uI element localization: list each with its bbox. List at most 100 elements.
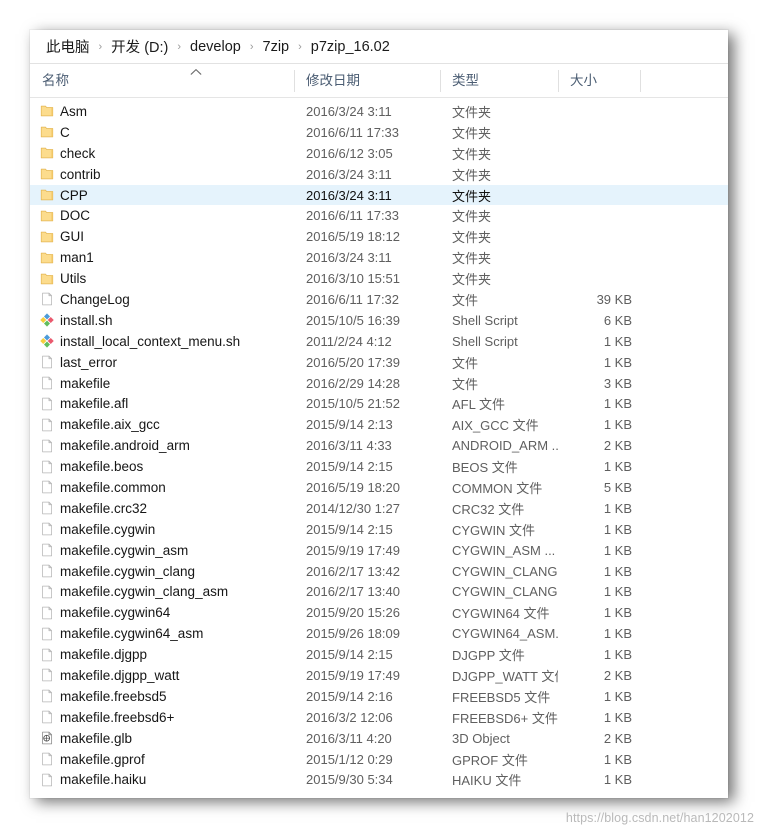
file-row[interactable]: C 2016/6/11 17:33 文件夹 [30, 122, 728, 143]
file-icon [42, 397, 52, 411]
file-row[interactable]: makefile.gprof 2015/1/12 0:29 GPROF 文件 1 KB [30, 749, 728, 770]
file-date-cell: 2015/9/20 15:26 [306, 605, 400, 621]
breadcrumb-item-1[interactable]: 此电脑 [44, 35, 92, 58]
file-row[interactable]: makefile.glb 2016/3/11 4:20 3D Object 2 KB [30, 728, 728, 749]
folder-icon [40, 273, 54, 284]
file-row[interactable]: DOC 2016/6/11 17:33 文件夹 [30, 205, 728, 226]
column-header-row: 名称 修改日期 类型 大小 [30, 64, 728, 98]
file-name-cell: makefile.cygwin64 [60, 605, 171, 621]
file-type-cell: DJGPP 文件 [452, 648, 525, 664]
file-row[interactable]: makefile.cygwin64_asm 2015/9/26 18:09 CYGW… [30, 623, 728, 644]
file-row[interactable]: Utils 2016/3/10 15:51 文件夹 [30, 268, 728, 289]
file-name-cell: makefile.cygwin64_asm [60, 626, 204, 642]
file-icon-cell [30, 375, 58, 391]
file-type-cell: 文件 [452, 376, 479, 392]
file-row[interactable]: makefile.android_arm 2016/3/11 4:33 ANDROI… [30, 435, 728, 456]
column-header-type[interactable]: 类型 [440, 64, 558, 98]
file-icon [42, 669, 52, 682]
file-row[interactable]: Asm 2016/3/24 3:11 文件夹 [30, 101, 728, 122]
file-icon-cell [30, 479, 58, 495]
file-date-cell: 2015/9/14 2:15 [306, 521, 393, 537]
file-row[interactable]: install_local_context_menu.sh 2011/2/24 4… [30, 331, 728, 352]
file-date-cell: 2015/9/19 17:49 [306, 542, 400, 558]
file-size-cell: 39 KB [596, 291, 632, 307]
file-type-cell: 文件夹 [452, 230, 492, 246]
column-header-date-modified[interactable]: 修改日期 [294, 64, 440, 98]
file-icon-cell [30, 438, 58, 454]
file-icon-cell [30, 500, 58, 516]
file-row[interactable]: contrib 2016/3/24 3:11 文件夹 [30, 164, 728, 185]
file-date-cell: 2016/2/29 14:28 [306, 375, 400, 391]
file-size-cell: 1 KB [603, 647, 632, 663]
file-row-selected[interactable]: CPP 2016/3/24 3:11 文件夹 [30, 184, 728, 206]
file-name-cell: man1 [60, 250, 94, 266]
file-date-cell: 2014/12/30 1:27 [306, 500, 400, 516]
file-icon [42, 627, 52, 640]
file-row[interactable]: makefile.crc32 2014/12/30 1:27 CRC32 文件 1 K… [30, 498, 728, 519]
file-size-cell: 1 KB [603, 459, 632, 475]
file-row[interactable]: makefile.aix_gcc 2015/9/14 2:13 AIX_GCC 文件… [30, 414, 728, 435]
file-icon [42, 606, 52, 620]
file-row[interactable]: GUI 2016/5/19 18:12 文件夹 [30, 226, 728, 247]
file-name-cell: makefile.glb [60, 730, 133, 746]
file-icon [42, 439, 52, 452]
file-icon-cell [30, 709, 58, 725]
file-date-cell: 2016/6/11 17:32 [306, 291, 400, 307]
column-header-name[interactable]: 名称 [30, 64, 294, 98]
file-row[interactable]: makefile.freebsd6+ 2016/3/2 12:06 FREEBSD6… [30, 707, 728, 728]
file-name-cell: makefile [60, 375, 111, 391]
file-type-cell: 文件夹 [452, 188, 492, 204]
file-name-cell: makefile.cygwin_asm [60, 542, 189, 558]
file-row[interactable]: makefile 2016/2/29 14:28 文件 3 KB [30, 373, 728, 394]
file-type-cell: 文件夹 [452, 125, 492, 141]
file-row[interactable]: last_error 2016/5/20 17:39 文件 1 KB [30, 352, 728, 373]
file-row[interactable]: makefile.beos 2015/9/14 2:15 BEOS 文件 1 KB [30, 456, 728, 477]
file-row[interactable]: makefile.djgpp_watt 2015/9/19 17:49 DJGPP_… [30, 665, 728, 686]
file-type-cell: 文件夹 [452, 104, 492, 120]
file-row[interactable]: check 2016/6/12 3:05 文件夹 [30, 143, 728, 164]
file-explorer-window: 此电脑 › 开发 (D:) › develop › 7zip › p7zip_16.02 名称 … [30, 30, 728, 798]
file-row[interactable]: makefile.djgpp 2015/9/14 2:15 DJGPP 文件 1 KB [30, 644, 728, 665]
file-row[interactable]: man1 2016/3/24 3:11 文件夹 [30, 247, 728, 268]
column-header-size[interactable]: 大小 [558, 64, 640, 98]
file-size-cell: 1 KB [603, 605, 632, 621]
file-date-cell: 2016/6/11 17:33 [306, 124, 400, 140]
column-header-spacer[interactable] [640, 64, 700, 98]
file-row[interactable]: makefile.cygwin_asm 2015/9/19 17:49 CYGWIN… [30, 540, 728, 561]
folder-icon [40, 252, 54, 263]
file-row[interactable]: makefile.haiku 2015/9/30 5:34 HAIKU 文件 1 KB [30, 770, 728, 791]
breadcrumb-item-4[interactable]: 7zip [261, 38, 292, 56]
breadcrumb[interactable]: 此电脑 › 开发 (D:) › develop › 7zip › p7zip_16.02 [30, 30, 728, 64]
breadcrumb-item-2[interactable]: 开发 (D:) [109, 35, 170, 58]
file-type-cell: CYGWIN64_ASM... [452, 626, 558, 642]
file-date-cell: 2011/2/24 4:12 [306, 333, 392, 349]
file-row[interactable]: makefile.common 2016/5/19 18:20 COMMON 文件 5… [30, 477, 728, 498]
breadcrumb-item-3[interactable]: develop [188, 38, 243, 56]
file-row[interactable]: makefile.cygwin64 2015/9/20 15:26 CYGWIN64… [30, 602, 728, 623]
file-icon [42, 293, 52, 306]
file-icon-cell [30, 250, 58, 266]
file-name-cell: makefile.android_arm [60, 438, 190, 454]
file-row[interactable]: ChangeLog 2016/6/11 17:32 文件 39 KB [30, 289, 728, 310]
file-name-cell: Utils [60, 271, 87, 287]
file-name-cell: makefile.afl [60, 396, 129, 412]
file-row[interactable]: makefile.cygwin_clang 2016/2/17 13:42 CYGW… [30, 561, 728, 582]
file-row[interactable]: install.sh 2015/10/5 16:39 Shell Script 6 K… [30, 310, 728, 331]
file-row[interactable]: makefile.afl 2015/10/5 21:52 AFL 文件 1 KB [30, 393, 728, 414]
file-type-cell: CYGWIN_CLANG... [452, 563, 558, 579]
file-date-cell: 2016/3/11 4:33 [306, 438, 392, 454]
file-type-cell: CYGWIN 文件 [452, 522, 536, 538]
file-type-cell: 文件夹 [452, 167, 492, 183]
file-row[interactable]: makefile.cygwin_clang_asm 2016/2/17 13:40… [30, 581, 728, 602]
file-list[interactable]: Asm 2016/3/24 3:11 文件夹 C 2016/6/11 17:33 文件夹 c… [30, 98, 728, 791]
file-row[interactable]: makefile.freebsd5 2015/9/14 2:16 FREEBSD5 … [30, 686, 728, 707]
file-type-cell: FREEBSD6+ 文件 [452, 710, 558, 726]
file-icon [42, 418, 52, 432]
file-name-cell: makefile.crc32 [60, 500, 148, 516]
breadcrumb-item-5[interactable]: p7zip_16.02 [309, 38, 392, 56]
file-name-cell: last_error [60, 354, 118, 370]
file-icon-cell [30, 521, 58, 537]
file-row[interactable]: makefile.cygwin 2015/9/14 2:15 CYGWIN 文件 1 … [30, 519, 728, 540]
file-size-cell: 6 KB [603, 312, 632, 328]
column-header-name-label: 名称 [42, 72, 69, 88]
